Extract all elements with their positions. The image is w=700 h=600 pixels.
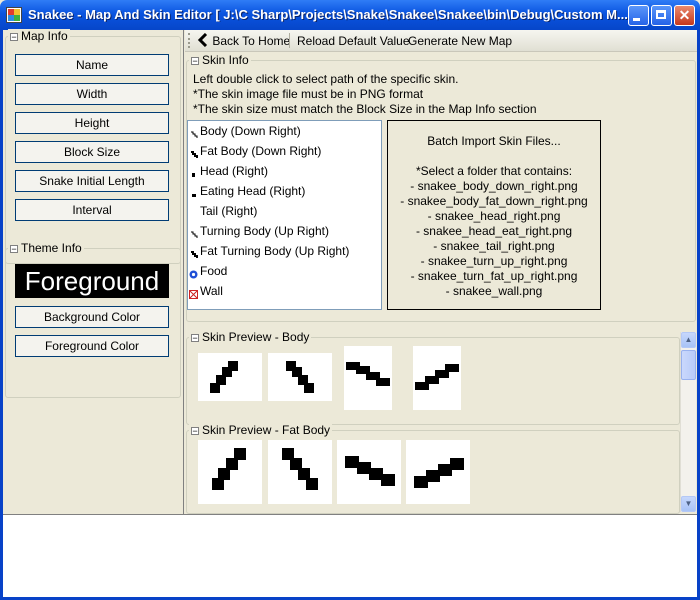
- batch-file-line: - snakee_body_fat_down_right.png: [400, 194, 588, 208]
- fat-body-preview-tile: [268, 440, 332, 504]
- head-icon: [190, 168, 198, 177]
- scroll-up-icon[interactable]: ▲: [681, 332, 696, 348]
- height-button[interactable]: Height: [15, 112, 169, 134]
- title-bar[interactable]: Snakee - Map And Skin Editor [ J:\C Shar…: [0, 0, 700, 30]
- skin-list-item[interactable]: Head (Right): [200, 164, 268, 178]
- back-arrow-icon: [197, 32, 208, 48]
- wall-icon: [189, 288, 198, 299]
- skin-list-item[interactable]: Fat Body (Down Right): [200, 144, 321, 158]
- toolbar-grip[interactable]: [188, 33, 192, 48]
- width-button[interactable]: Width: [15, 83, 169, 105]
- block-size-button[interactable]: Block Size: [15, 141, 169, 163]
- body-preview-tile: [344, 346, 392, 410]
- preview-fat-label: Skin Preview - Fat Body: [202, 423, 331, 437]
- skin-list-item[interactable]: Fat Turning Body (Up Right): [200, 244, 349, 258]
- body-preview-tile: [268, 353, 332, 401]
- batch-file-line: - snakee_body_down_right.png: [410, 179, 578, 193]
- reload-default-value-button[interactable]: Reload Default Value: [297, 33, 410, 49]
- interval-button[interactable]: Interval: [15, 199, 169, 221]
- batch-file-line: - snakee_turn_up_right.png: [420, 254, 568, 268]
- batch-import-title: Batch Import Skin Files...: [427, 134, 561, 148]
- window-title: Snakee - Map And Skin Editor [ J:\C Shar…: [28, 7, 628, 22]
- collapse-icon[interactable]: −: [191, 333, 199, 342]
- fat-body-icon: [190, 148, 198, 158]
- skin-list-item[interactable]: Food: [200, 264, 227, 278]
- batch-file-line: - snakee_wall.png: [445, 284, 543, 298]
- fat-body-preview-tile: [406, 440, 470, 504]
- skin-list-item[interactable]: Wall: [200, 284, 223, 298]
- back-to-home-button[interactable]: Back To Home: [197, 32, 291, 49]
- skin-list[interactable]: Body (Down Right) Fat Body (Down Right) …: [187, 120, 382, 310]
- fat-body-preview-tile: [198, 440, 262, 504]
- close-button[interactable]: ✕: [674, 5, 695, 26]
- preview-scrollbar[interactable]: ▲ ▼: [680, 332, 696, 512]
- collapse-icon[interactable]: −: [191, 56, 199, 65]
- collapse-icon[interactable]: −: [10, 32, 18, 41]
- fat-body-preview-tile: [337, 440, 401, 504]
- theme-info-label: Theme Info: [21, 241, 82, 255]
- toolbar-separator: [289, 33, 290, 48]
- preview-body-label: Skin Preview - Body: [202, 330, 310, 344]
- minimize-icon: [633, 18, 640, 21]
- body-down-right-icon: [190, 128, 198, 138]
- body-preview-tile: [413, 346, 461, 410]
- theme-info-title[interactable]: − Theme Info: [8, 241, 84, 255]
- map-info-label: Map Info: [21, 29, 68, 43]
- skin-list-item[interactable]: Turning Body (Up Right): [200, 224, 329, 238]
- eating-head-icon: [190, 188, 198, 197]
- generate-new-map-button[interactable]: Generate New Map: [408, 33, 512, 49]
- body-preview-tile: [198, 353, 262, 401]
- skin-list-item[interactable]: Tail (Right): [200, 204, 257, 218]
- foreground-preview: Foreground: [15, 264, 169, 298]
- batch-file-line: - snakee_head_eat_right.png: [415, 224, 573, 238]
- batch-import-button[interactable]: Batch Import Skin Files... *Select a fol…: [387, 120, 601, 310]
- food-icon: [189, 268, 198, 279]
- preview-fat-title[interactable]: − Skin Preview - Fat Body: [189, 423, 333, 437]
- app-icon: [6, 7, 22, 23]
- maximize-icon: [656, 10, 666, 19]
- maximize-button[interactable]: [651, 5, 672, 26]
- turning-body-icon: [190, 228, 198, 238]
- batch-file-line: - snakee_tail_right.png: [433, 239, 555, 253]
- skin-format-note: *The skin image file must be in PNG form…: [193, 87, 424, 101]
- scroll-thumb[interactable]: [681, 350, 696, 380]
- back-to-home-label: Back To Home: [212, 34, 291, 48]
- left-panel: − Map Info Name Width Height Block Size S…: [3, 29, 184, 514]
- close-icon: ✕: [678, 7, 691, 23]
- map-canvas-area[interactable]: [3, 514, 697, 597]
- skin-list-item[interactable]: Body (Down Right): [200, 124, 301, 138]
- skin-size-note: *The skin size must match the Block Size…: [193, 102, 537, 116]
- scroll-down-icon[interactable]: ▼: [681, 496, 696, 512]
- toolbar: Back To Home Reload Default Value Genera…: [185, 30, 697, 52]
- batch-instruction: *Select a folder that contains:: [415, 164, 573, 178]
- foreground-color-button[interactable]: Foreground Color: [15, 335, 169, 357]
- skin-list-item[interactable]: Eating Head (Right): [200, 184, 305, 198]
- skin-info-title[interactable]: − Skin Info: [189, 53, 251, 67]
- skin-instruction: Left double click to select path of the …: [193, 72, 459, 86]
- batch-file-line: - snakee_head_right.png: [427, 209, 561, 223]
- fat-turning-body-icon: [190, 248, 198, 258]
- batch-file-line: - snakee_turn_fat_up_right.png: [410, 269, 578, 283]
- background-color-button[interactable]: Background Color: [15, 306, 169, 328]
- skin-info-label: Skin Info: [202, 53, 249, 67]
- collapse-icon[interactable]: −: [191, 426, 199, 435]
- snake-initial-length-button[interactable]: Snake Initial Length: [15, 170, 169, 192]
- map-info-title[interactable]: − Map Info: [8, 29, 70, 43]
- name-button[interactable]: Name: [15, 54, 169, 76]
- minimize-button[interactable]: [628, 5, 649, 26]
- collapse-icon[interactable]: −: [10, 244, 18, 253]
- preview-body-title[interactable]: − Skin Preview - Body: [189, 330, 312, 344]
